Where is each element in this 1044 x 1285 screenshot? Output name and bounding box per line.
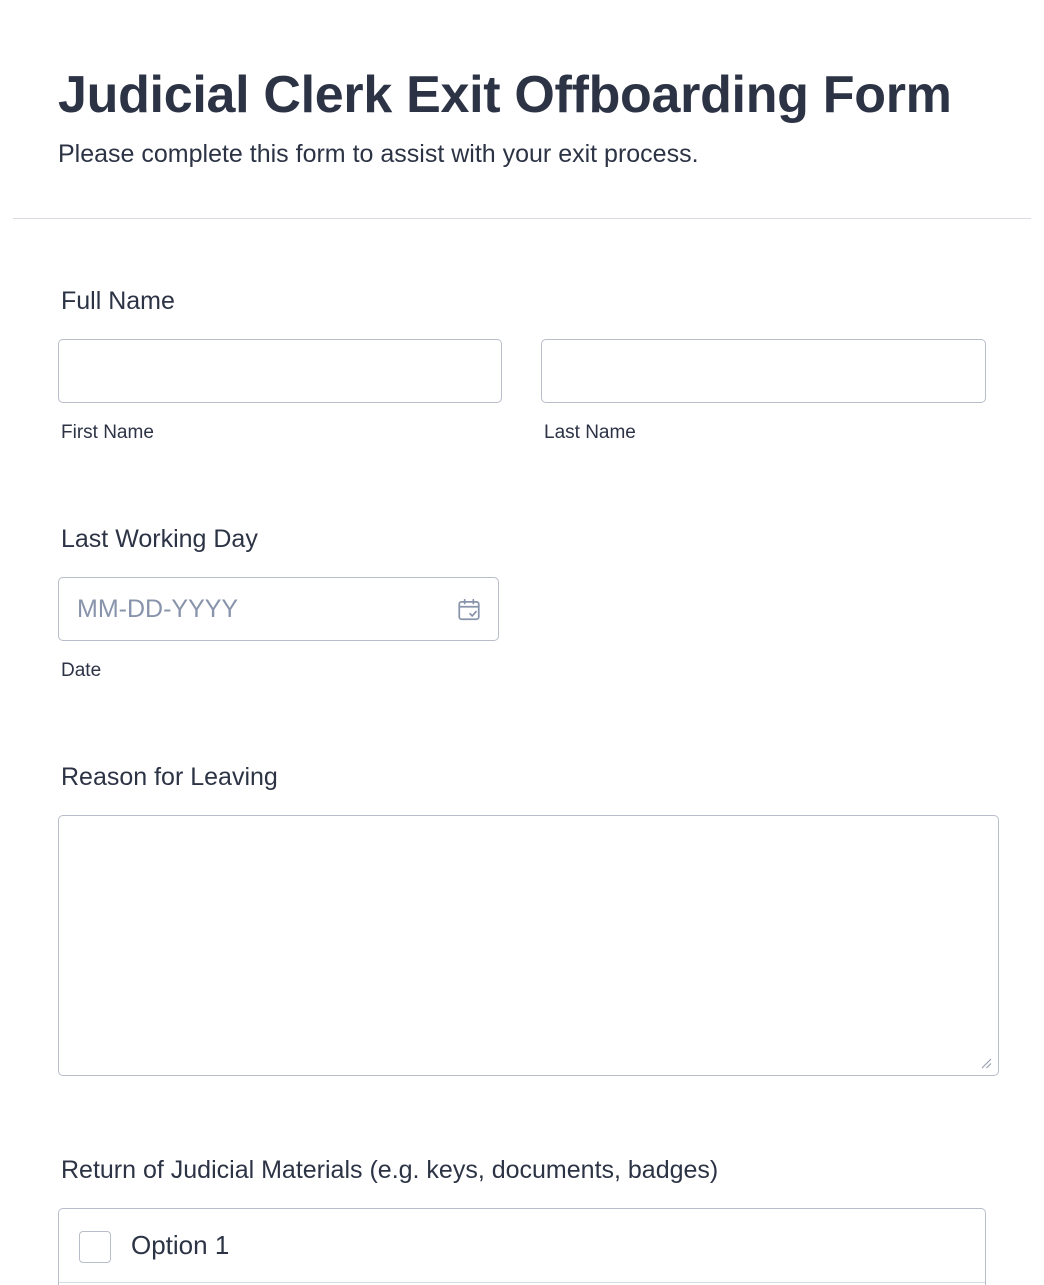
last-working-day-label: Last Working Day: [61, 525, 258, 553]
reason-textarea[interactable]: [58, 815, 999, 1076]
resize-handle-icon[interactable]: [980, 1057, 992, 1069]
reason-label: Reason for Leaving: [61, 763, 278, 791]
date-input[interactable]: MM-DD-YYYY: [58, 577, 499, 641]
materials-label: Return of Judicial Materials (e.g. keys,…: [61, 1156, 719, 1184]
form-title: Judicial Clerk Exit Offboarding Form: [58, 66, 952, 124]
header-divider: [13, 218, 1031, 219]
last-name-input[interactable]: [541, 339, 986, 403]
first-name-sublabel: First Name: [61, 422, 154, 443]
first-name-input[interactable]: [58, 339, 502, 403]
date-sublabel: Date: [61, 660, 102, 681]
date-placeholder: MM-DD-YYYY: [77, 595, 239, 623]
checkbox-option[interactable]: Option 1: [59, 1209, 985, 1283]
form-subtitle: Please complete this form to assist with…: [58, 140, 699, 168]
option-label: Option 1: [131, 1230, 230, 1260]
full-name-label: Full Name: [61, 287, 175, 315]
checkbox[interactable]: [79, 1231, 111, 1263]
last-name-sublabel: Last Name: [544, 422, 636, 443]
materials-checkbox-group: Option 1: [58, 1208, 986, 1285]
form-header: Judicial Clerk Exit Offboarding Form Ple…: [58, 64, 1018, 170]
calendar-icon[interactable]: [456, 597, 482, 623]
